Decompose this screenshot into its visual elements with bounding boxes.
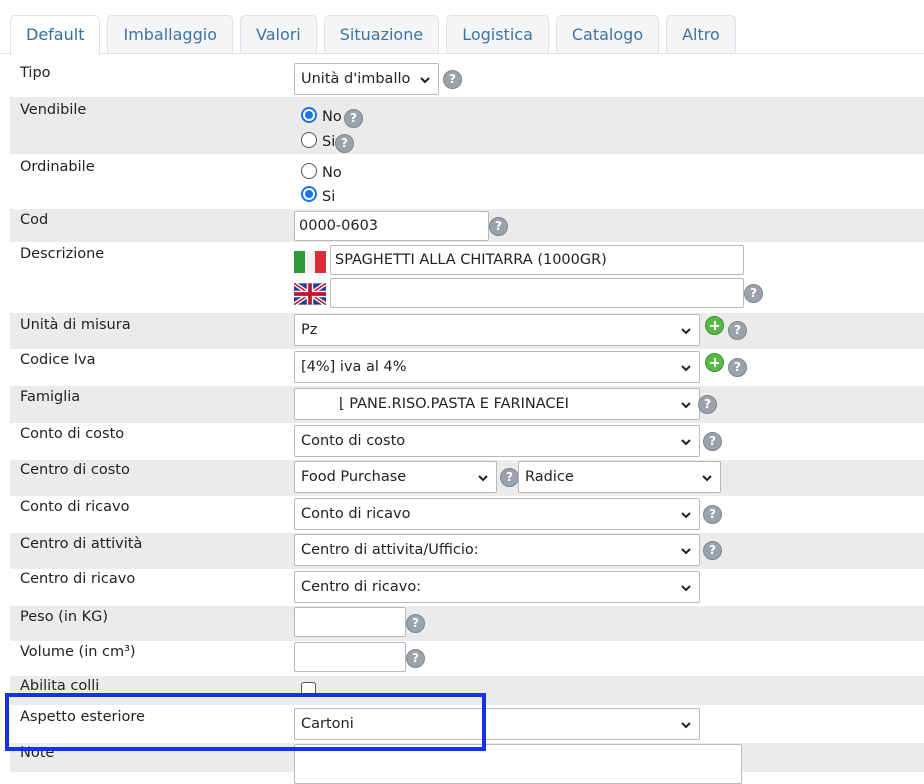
- codice-iva-select[interactable]: [4%] iva al 4%: [294, 351, 700, 383]
- vendibile-no-radio[interactable]: [301, 107, 317, 123]
- tab-situazione[interactable]: Situazione: [323, 15, 440, 54]
- tab-logistica[interactable]: Logistica: [446, 15, 549, 54]
- vendibile-label: Vendibile: [20, 102, 87, 118]
- conto-ricavo-label: Conto di ricavo: [20, 499, 130, 515]
- abilita-colli-checkbox[interactable]: [301, 682, 316, 697]
- centro-ricavo-value: Centro di ricavo:: [301, 579, 422, 595]
- help-icon[interactable]: ?: [489, 217, 508, 236]
- volume-input[interactable]: [294, 642, 406, 672]
- unita-misura-value: Pz: [301, 322, 318, 338]
- cod-label: Cod: [20, 212, 49, 228]
- conto-ricavo-value: Conto di ricavo: [301, 506, 411, 522]
- famiglia-select[interactable]: ⌊ PANE.RISO.PASTA E FARINACEI: [294, 388, 700, 420]
- peso-label: Peso (in KG): [20, 609, 109, 625]
- descrizione-it-input[interactable]: SPAGHETTI ALLA CHITARRA (1000GR): [330, 245, 744, 275]
- tipo-value: Unità d'imballo: [301, 71, 411, 87]
- chevron-down-icon: [681, 439, 691, 446]
- help-icon[interactable]: ?: [698, 395, 717, 414]
- row-volume: Volume (in cm³): [10, 641, 924, 676]
- centro-attivita-value: Centro di attivita/Ufficio:: [301, 542, 479, 558]
- chevron-down-icon: [681, 722, 691, 729]
- centro-costo-label: Centro di costo: [20, 462, 130, 478]
- cod-input[interactable]: 0000-0603: [294, 211, 489, 241]
- add-icon[interactable]: [705, 316, 724, 335]
- chevron-down-icon: [681, 365, 691, 372]
- centro-ricavo-select[interactable]: Centro di ricavo:: [294, 571, 700, 603]
- row-peso: Peso (in KG): [10, 606, 924, 641]
- tab-valori[interactable]: Valori: [239, 15, 317, 54]
- tab-altro[interactable]: Altro: [666, 15, 736, 54]
- vendibile-si-label: Si: [322, 134, 336, 150]
- chevron-down-icon: [681, 328, 691, 335]
- tab-default[interactable]: Default: [10, 15, 101, 55]
- note-textarea[interactable]: [294, 744, 742, 784]
- tab-bar: Default Imballaggio Valori Situazione Lo…: [10, 15, 743, 55]
- help-icon[interactable]: ?: [703, 432, 722, 451]
- help-icon[interactable]: ?: [335, 134, 354, 153]
- help-icon[interactable]: ?: [406, 614, 425, 633]
- famiglia-label: Famiglia: [20, 389, 81, 405]
- row-tipo: Tipo: [10, 60, 924, 96]
- ordinabile-si-radio[interactable]: [301, 186, 317, 202]
- famiglia-value: ⌊ PANE.RISO.PASTA E FARINACEI: [339, 396, 569, 412]
- tab-catalogo[interactable]: Catalogo: [555, 15, 660, 54]
- uk-flag-icon: [294, 283, 326, 305]
- codice-iva-label: Codice Iva: [20, 352, 96, 368]
- help-icon[interactable]: ?: [406, 649, 425, 668]
- codice-iva-value: [4%] iva al 4%: [301, 359, 407, 375]
- unita-misura-select[interactable]: Pz: [294, 314, 700, 346]
- italy-flag-icon: [294, 251, 326, 273]
- help-icon[interactable]: ?: [703, 541, 722, 560]
- chevron-down-icon: [681, 402, 691, 409]
- abilita-colli-label: Abilita colli: [20, 678, 100, 694]
- add-icon[interactable]: [705, 353, 724, 372]
- unita-misura-label: Unità di misura: [20, 317, 131, 333]
- chevron-down-icon: [702, 475, 712, 482]
- help-icon[interactable]: ?: [728, 358, 747, 377]
- chevron-down-icon: [681, 585, 691, 592]
- help-icon[interactable]: ?: [344, 109, 363, 128]
- ordinabile-label: Ordinabile: [20, 159, 95, 175]
- descrizione-label: Descrizione: [20, 246, 105, 262]
- conto-ricavo-select[interactable]: Conto di ricavo: [294, 498, 700, 530]
- help-icon[interactable]: ?: [744, 284, 763, 303]
- aspetto-esteriore-label: Aspetto esteriore: [20, 709, 145, 725]
- help-icon[interactable]: ?: [500, 468, 519, 487]
- row-ordinabile: Ordinabile: [10, 155, 924, 209]
- note-label: Note: [20, 745, 55, 761]
- tipo-label: Tipo: [20, 65, 51, 81]
- conto-costo-select[interactable]: Conto di costo: [294, 425, 700, 457]
- conto-costo-label: Conto di costo: [20, 426, 125, 442]
- centro-ricavo-label: Centro di ricavo: [20, 571, 136, 587]
- help-icon[interactable]: ?: [443, 70, 462, 89]
- centro-costo-select[interactable]: Food Purchase: [294, 461, 497, 493]
- ordinabile-si-label: Si: [322, 189, 336, 205]
- tab-divider: [0, 53, 924, 54]
- centro-costo-value: Food Purchase: [301, 469, 407, 485]
- centro-costo-radice-value: Radice: [525, 469, 574, 485]
- vendibile-si-radio[interactable]: [301, 132, 317, 148]
- centro-attivita-select[interactable]: Centro di attivita/Ufficio:: [294, 534, 700, 566]
- chevron-down-icon: [681, 548, 691, 555]
- help-icon[interactable]: ?: [728, 321, 747, 340]
- descrizione-en-input[interactable]: [330, 278, 744, 308]
- tipo-select[interactable]: Unità d'imballo: [294, 63, 439, 95]
- row-vendibile: Vendibile: [10, 97, 924, 154]
- peso-input[interactable]: [294, 607, 406, 637]
- volume-label: Volume (in cm³): [20, 644, 136, 660]
- chevron-down-icon: [420, 77, 430, 84]
- vendibile-no-label: No: [322, 109, 342, 125]
- centro-costo-radice-select[interactable]: Radice: [518, 461, 721, 493]
- ordinabile-no-radio[interactable]: [301, 163, 317, 179]
- chevron-down-icon: [478, 475, 488, 482]
- tab-imballaggio[interactable]: Imballaggio: [107, 15, 233, 54]
- centro-attivita-label: Centro di attività: [20, 536, 143, 552]
- help-icon[interactable]: ?: [703, 505, 722, 524]
- ordinabile-no-label: No: [322, 165, 342, 181]
- row-abilita-colli: Abilita colli: [10, 676, 924, 705]
- conto-costo-value: Conto di costo: [301, 433, 406, 449]
- aspetto-esteriore-value: Cartoni: [301, 716, 354, 732]
- aspetto-esteriore-select[interactable]: Cartoni: [294, 708, 700, 740]
- chevron-down-icon: [681, 512, 691, 519]
